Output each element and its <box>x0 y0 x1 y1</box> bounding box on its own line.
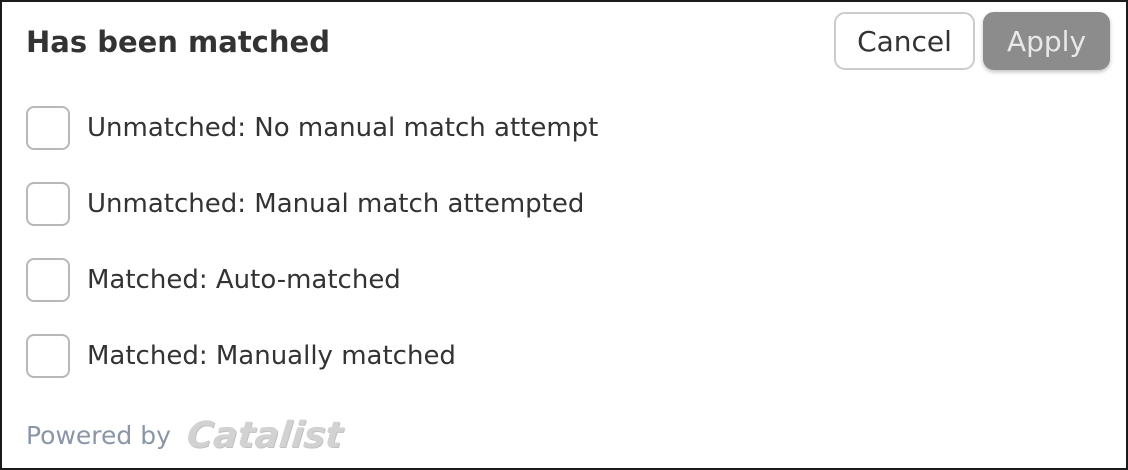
cancel-button[interactable]: Cancel <box>834 12 975 70</box>
filter-panel: Has been matched Cancel Apply Unmatched:… <box>0 0 1128 470</box>
option-label: Matched: Manually matched <box>87 341 456 371</box>
option-label: Unmatched: No manual match attempt <box>87 113 599 143</box>
checkbox[interactable] <box>26 106 70 150</box>
panel-title: Has been matched <box>26 25 330 59</box>
apply-button[interactable]: Apply <box>983 12 1110 70</box>
checkbox[interactable] <box>26 182 70 226</box>
catalist-logo: Catalist <box>184 414 345 456</box>
powered-by-text: Powered by <box>26 420 171 450</box>
powered-by-footer: Powered by Catalist <box>26 412 345 458</box>
option-unmatched-attempted[interactable]: Unmatched: Manual match attempted <box>26 182 584 226</box>
option-matched-manual[interactable]: Matched: Manually matched <box>26 334 456 378</box>
checkbox[interactable] <box>26 334 70 378</box>
option-unmatched-no-attempt[interactable]: Unmatched: No manual match attempt <box>26 106 598 150</box>
checkbox[interactable] <box>26 258 70 302</box>
option-label: Unmatched: Manual match attempted <box>87 189 585 219</box>
option-matched-auto[interactable]: Matched: Auto-matched <box>26 258 401 302</box>
option-label: Matched: Auto-matched <box>87 265 401 295</box>
